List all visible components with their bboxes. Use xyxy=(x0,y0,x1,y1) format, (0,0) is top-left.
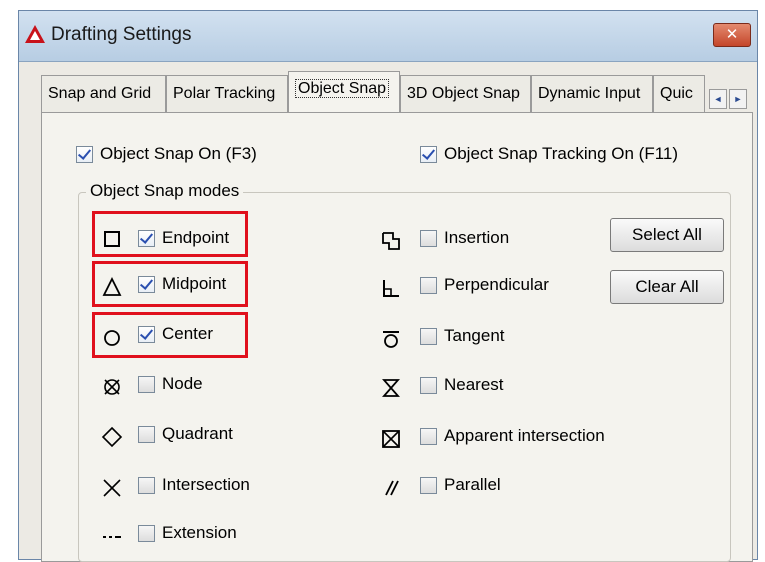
midpoint-highlight-box xyxy=(92,261,248,307)
tangent-label: Tangent xyxy=(444,326,505,345)
quadrant-label: Quadrant xyxy=(162,424,233,443)
tab-polar-tracking[interactable]: Polar Tracking xyxy=(166,75,288,113)
tab-scroll-left-button[interactable]: ◄ xyxy=(709,89,727,109)
tab-label: Dynamic Input xyxy=(538,85,641,102)
node-label: Node xyxy=(162,374,203,393)
apparent-intersection-label: Apparent intersection xyxy=(444,426,605,445)
tangent-icon xyxy=(383,331,399,348)
tab-strip: Snap and Grid Polar Tracking Object Snap… xyxy=(41,71,753,113)
object-snap-modes-title: Object Snap modes xyxy=(86,181,244,201)
tab-dynamic-input[interactable]: Dynamic Input xyxy=(531,75,653,113)
endpoint-highlight-box xyxy=(92,211,248,257)
intersection-x-icon xyxy=(103,479,121,497)
perpendicular-label: Perpendicular xyxy=(444,275,549,294)
tab-label: Quic xyxy=(660,85,693,102)
apparent-intersection-icon xyxy=(382,430,400,448)
quadrant-diamond-icon xyxy=(101,426,123,448)
extension-checkbox[interactable] xyxy=(138,525,155,542)
tab-quick-properties[interactable]: Quic xyxy=(653,75,705,113)
extension-label: Extension xyxy=(162,523,237,542)
object-snap-panel: Object Snap On (F3) Object Snap Tracking… xyxy=(41,112,753,562)
tab-label: 3D Object Snap xyxy=(407,85,520,102)
insertion-icon xyxy=(382,232,400,250)
intersection-label: Intersection xyxy=(162,475,250,494)
tab-object-snap[interactable]: Object Snap xyxy=(288,71,400,113)
tab-scroll-right-button[interactable]: ► xyxy=(729,89,747,109)
parallel-checkbox[interactable] xyxy=(420,477,437,494)
close-button[interactable]: ✕ xyxy=(713,23,751,47)
object-snap-tracking-checkbox[interactable] xyxy=(420,146,437,163)
insertion-checkbox[interactable] xyxy=(420,230,437,247)
drafting-settings-dialog: Drafting Settings ✕ Snap and Grid Polar … xyxy=(18,10,758,562)
tab-label: Snap and Grid xyxy=(48,85,152,102)
autocad-logo-icon xyxy=(25,25,45,43)
nearest-hourglass-icon xyxy=(382,379,400,397)
node-checkbox[interactable] xyxy=(138,376,155,393)
title-bar[interactable]: Drafting Settings ✕ xyxy=(19,11,757,62)
quadrant-checkbox[interactable] xyxy=(138,426,155,443)
extension-dashes-icon xyxy=(103,536,121,538)
select-all-button[interactable]: Select All xyxy=(610,218,724,252)
insertion-label: Insertion xyxy=(444,228,510,247)
object-snap-on-checkbox[interactable] xyxy=(76,146,93,163)
tab-3d-object-snap[interactable]: 3D Object Snap xyxy=(400,75,531,113)
perpendicular-checkbox[interactable] xyxy=(420,277,437,294)
window-title: Drafting Settings xyxy=(51,24,192,45)
nearest-label: Nearest xyxy=(444,375,504,394)
parallel-icon xyxy=(385,480,399,496)
node-icon xyxy=(104,379,120,395)
object-snap-tracking-label: Object Snap Tracking On (F11) xyxy=(444,144,679,163)
tab-snap-and-grid[interactable]: Snap and Grid xyxy=(41,75,166,113)
tab-label: Polar Tracking xyxy=(173,85,276,102)
nearest-checkbox[interactable] xyxy=(420,377,437,394)
intersection-checkbox[interactable] xyxy=(138,477,155,494)
clear-all-button[interactable]: Clear All xyxy=(610,270,724,304)
tangent-checkbox[interactable] xyxy=(420,328,437,345)
apparent-intersection-checkbox[interactable] xyxy=(420,428,437,445)
center-highlight-box xyxy=(92,312,248,358)
tab-label: Object Snap xyxy=(295,79,390,98)
parallel-label: Parallel xyxy=(444,475,501,494)
perpendicular-icon xyxy=(383,280,399,297)
object-snap-on-label: Object Snap On (F3) xyxy=(100,144,257,163)
